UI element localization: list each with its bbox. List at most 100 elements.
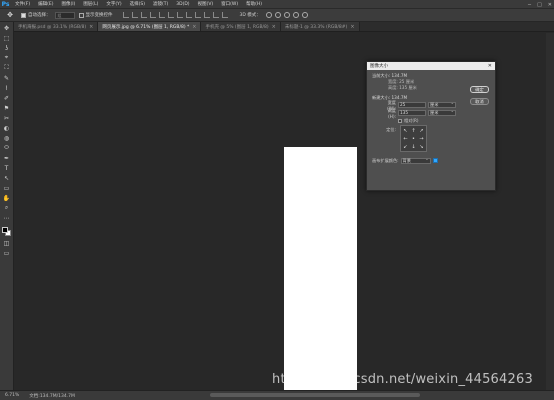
tools-panel: ✥ ⬚ ʖ ⌖ ⛶ ✎ ⌇ ✐ ⚑ ✂ ◐ ◍ ⬭ ✒ T ↖ ▭ ✋ ⌕ ⋯ …: [0, 22, 14, 390]
menu-select[interactable]: 选择(S): [126, 1, 149, 7]
menu-filter[interactable]: 滤镜(T): [149, 1, 172, 7]
foreground-color[interactable]: [1, 227, 8, 233]
eraser-tool-icon[interactable]: ◐: [2, 124, 11, 132]
height-unit-select[interactable]: 厘米: [428, 109, 456, 116]
align-bottom-icon[interactable]: [140, 12, 147, 18]
maximize-icon[interactable]: □: [537, 2, 542, 8]
3d-slide-icon[interactable]: [292, 12, 299, 18]
ok-button[interactable]: 确定: [470, 86, 489, 93]
brush-tool-icon[interactable]: ✐: [2, 94, 11, 102]
dialog-titlebar[interactable]: 图像大小 ✕: [367, 62, 495, 70]
vertical-scrollbar[interactable]: [546, 33, 554, 390]
gradient-tool-icon[interactable]: ◍: [2, 134, 11, 142]
type-tool-icon[interactable]: T: [2, 164, 11, 172]
extension-color-swatch[interactable]: [432, 158, 438, 163]
checkbox-icon: [21, 12, 26, 18]
anchor-top-icon[interactable]: ↑: [410, 127, 417, 134]
align-left-icon[interactable]: [149, 12, 156, 18]
tab-document-3[interactable]: 手机壳 @ 5% (图层 1, RGB/8) ×: [201, 22, 281, 31]
menu-window[interactable]: 窗口(W): [217, 1, 242, 7]
menu-image[interactable]: 图像(I): [57, 1, 79, 7]
dodge-tool-icon[interactable]: ⬭: [2, 144, 11, 152]
anchor-label: 定位:: [386, 127, 396, 132]
anchor-row: 定位: ↖ ↑ ↗ ← • → ↙ ↓ ↘: [372, 125, 490, 152]
close-icon[interactable]: ×: [350, 24, 354, 30]
shape-tool-icon[interactable]: ▭: [2, 184, 11, 192]
anchor-bottom-left-icon[interactable]: ↙: [402, 143, 409, 150]
document-canvas[interactable]: [284, 147, 357, 400]
anchor-top-right-icon[interactable]: ↗: [418, 127, 425, 134]
anchor-grid: ↖ ↑ ↗ ← • → ↙ ↓ ↘: [400, 125, 427, 152]
menu-edit[interactable]: 编辑(E): [34, 1, 57, 7]
extension-color-select[interactable]: 背景: [400, 157, 431, 164]
menu-view[interactable]: 视图(V): [194, 1, 218, 7]
3d-scale-icon[interactable]: [301, 12, 308, 18]
anchor-left-icon[interactable]: ←: [402, 135, 409, 142]
close-icon[interactable]: ×: [272, 24, 276, 30]
healing-tool-icon[interactable]: ⌇: [2, 84, 11, 92]
quick-select-tool-icon[interactable]: ⌖: [2, 54, 11, 62]
distribute-top-icon[interactable]: [176, 12, 183, 18]
3d-pan-icon[interactable]: [283, 12, 290, 18]
menu-bar: Ps 文件(F) 编辑(E) 图像(I) 图层(L) 文字(Y) 选择(S) 滤…: [0, 0, 554, 9]
horizontal-scrollbar[interactable]: [210, 393, 420, 397]
marquee-tool-icon[interactable]: ⬚: [2, 34, 11, 42]
stamp-tool-icon[interactable]: ⚑: [2, 104, 11, 112]
3d-rotate-icon[interactable]: [265, 12, 272, 18]
tab-document-4[interactable]: 未标题-1 @ 33.3% (RGB/8#) ×: [280, 22, 360, 31]
lasso-tool-icon[interactable]: ʖ: [2, 44, 11, 52]
distribute-vcenter-icon[interactable]: [185, 12, 192, 18]
close-icon[interactable]: ×: [192, 24, 196, 30]
pen-tool-icon[interactable]: ✒: [2, 154, 11, 162]
width-input[interactable]: 25: [398, 102, 426, 108]
extension-color-row: 画布扩展颜色: 背景: [372, 157, 490, 164]
menu-3d[interactable]: 3D(D): [172, 2, 193, 7]
hand-tool-icon[interactable]: ✋: [2, 194, 11, 202]
align-hcenter-icon[interactable]: [158, 12, 165, 18]
path-select-tool-icon[interactable]: ↖: [2, 174, 11, 182]
anchor-right-icon[interactable]: →: [418, 135, 425, 142]
height-label: 高度(H):: [387, 107, 396, 119]
align-vcenter-icon[interactable]: [131, 12, 138, 18]
3d-mode-group: 3D 模式：: [240, 12, 308, 18]
crop-tool-icon[interactable]: ⛶: [2, 64, 11, 72]
menu-type[interactable]: 文字(Y): [102, 1, 125, 7]
anchor-bottom-right-icon[interactable]: ↘: [418, 143, 425, 150]
cancel-button[interactable]: 取消: [470, 98, 489, 105]
auto-select-dropdown[interactable]: 组: [54, 11, 75, 19]
move-tool-icon[interactable]: ✥: [3, 11, 17, 20]
distribute-bottom-icon[interactable]: [194, 12, 201, 18]
anchor-center-icon[interactable]: •: [410, 135, 417, 142]
anchor-bottom-icon[interactable]: ↓: [410, 143, 417, 150]
more-tools-icon[interactable]: ⋯: [2, 214, 11, 222]
menu-layer[interactable]: 图层(L): [79, 1, 102, 7]
anchor-top-left-icon[interactable]: ↖: [402, 127, 409, 134]
auto-select-checkbox[interactable]: 自动选择：: [21, 12, 51, 18]
align-top-icon[interactable]: [122, 12, 129, 18]
3d-roll-icon[interactable]: [274, 12, 281, 18]
menu-file[interactable]: 文件(F): [11, 1, 34, 7]
checkbox-icon: [78, 12, 84, 18]
tab-document-1[interactable]: 手机海报.psd @ 33.1% (RGB/8) ×: [14, 22, 99, 31]
move-tool-icon[interactable]: ✥: [2, 24, 11, 32]
height-input[interactable]: 135: [398, 110, 426, 116]
zoom-tool-icon[interactable]: ⌕: [2, 204, 11, 212]
document-tabs: 手机海报.psd @ 33.1% (RGB/8) × 网页展示.jpg @ 6.…: [14, 22, 554, 32]
color-swatches[interactable]: [1, 227, 12, 237]
transform-controls-checkbox[interactable]: 显示变换控件: [78, 12, 113, 18]
minimize-icon[interactable]: ─: [528, 2, 531, 8]
quick-mask-icon[interactable]: ◫: [2, 239, 11, 247]
close-icon[interactable]: ×: [89, 24, 93, 30]
eyedropper-tool-icon[interactable]: ✎: [2, 74, 11, 82]
distribute-left-icon[interactable]: [203, 12, 210, 18]
close-icon[interactable]: ✕: [548, 2, 552, 8]
distribute-hcenter-icon[interactable]: [212, 12, 219, 18]
history-brush-tool-icon[interactable]: ✂: [2, 114, 11, 122]
close-icon[interactable]: ✕: [488, 63, 492, 69]
zoom-level[interactable]: 6.71%: [5, 393, 19, 398]
menu-help[interactable]: 帮助(H): [242, 1, 266, 7]
distribute-right-icon[interactable]: [221, 12, 228, 18]
align-right-icon[interactable]: [167, 12, 174, 18]
tab-document-2[interactable]: 网页展示.jpg @ 6.71% (图层 1, RGB/8) * ×: [98, 22, 202, 31]
screen-mode-icon[interactable]: ▭: [2, 249, 11, 257]
